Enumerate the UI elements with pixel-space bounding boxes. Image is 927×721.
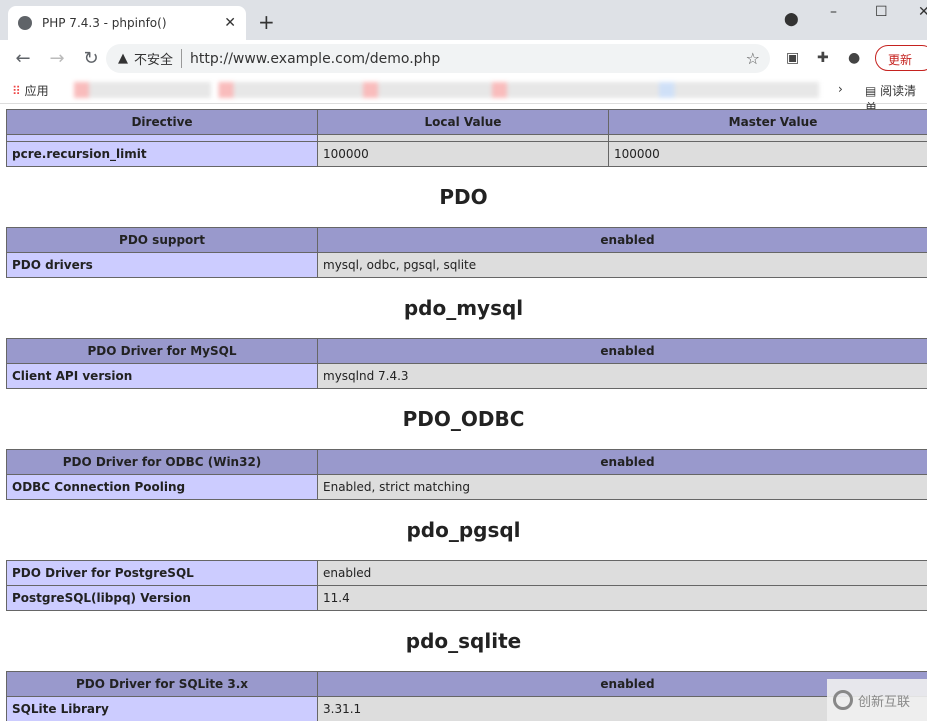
toolbar: ← → ↻ ▲ 不安全 http://www.example.com/demo.…: [0, 40, 927, 76]
section-title: pdo_pgsql: [406, 518, 521, 542]
watermark-logo-icon: [833, 690, 853, 710]
section-table: PDO Driver for MySQL enabled Client API ve…: [6, 338, 927, 389]
apps-grid-icon: ⠿: [12, 84, 21, 98]
table-row: PDO drivers mysql, odbc, pgsql, sqlite: [6, 252, 927, 278]
table-row: PDO Driver for MySQL enabled: [6, 338, 927, 364]
minimize-button[interactable]: –: [830, 4, 837, 20]
close-window-button[interactable]: ✕: [918, 4, 927, 20]
row-key: ODBC Connection Pooling: [6, 474, 318, 500]
row-key: PDO support: [6, 227, 318, 253]
row-key: Client API version: [6, 363, 318, 389]
header-master-value: Master Value: [608, 109, 927, 135]
url-input[interactable]: http://www.example.com/demo.php: [190, 51, 440, 67]
row-value: enabled: [317, 560, 927, 586]
row-value: 11.4: [317, 585, 927, 611]
master-value: 100000: [608, 141, 927, 167]
table-row: Client API version mysqlnd 7.4.3: [6, 363, 927, 389]
bookmarks-bar: ⠿ 应用 › ▤ 阅读清单: [0, 76, 927, 115]
blurred-bookmarks: [74, 82, 834, 98]
tab-bar: PHP 7.4.3 - phpinfo() ✕ + ⬤ – ☐ ✕: [0, 0, 927, 40]
header-local-value: Local Value: [317, 109, 609, 135]
row-key: PostgreSQL(libpq) Version: [6, 585, 318, 611]
apps-shortcut[interactable]: ⠿ 应用: [12, 82, 49, 99]
more-bookmarks-chevron-icon[interactable]: ›: [838, 82, 843, 96]
clipped-cell: [317, 134, 609, 142]
table-row: PDO Driver for SQLite 3.x enabled: [6, 671, 927, 697]
section-title: PDO: [439, 185, 488, 209]
puzzle-extensions-icon[interactable]: ✚: [817, 50, 829, 66]
row-key: PDO Driver for ODBC (Win32): [6, 449, 318, 475]
maximize-button[interactable]: ☐: [875, 4, 888, 20]
row-value: mysqlnd 7.4.3: [317, 363, 927, 389]
table-row: ODBC Connection Pooling Enabled, strict m…: [6, 474, 927, 500]
insecure-label: 不安全: [134, 49, 183, 68]
directive-table: Directive Local Value Master Value pcre.re…: [6, 109, 927, 167]
section-title: pdo_sqlite: [405, 629, 522, 653]
section-table: PDO support enabled PDO drivers mysql, odbc…: [6, 227, 927, 278]
row-value: mysql, odbc, pgsql, sqlite: [317, 252, 927, 278]
row-value: enabled: [317, 449, 927, 475]
clipped-cell: [608, 134, 927, 142]
row-key: PDO Driver for PostgreSQL: [6, 560, 318, 586]
profile-dropdown-icon[interactable]: ⬤: [784, 12, 799, 27]
section-title: pdo_mysql: [403, 296, 524, 320]
update-button[interactable]: 更新: [875, 45, 927, 71]
extension-x-icon[interactable]: ▣: [786, 50, 799, 66]
forward-icon[interactable]: →: [46, 48, 68, 69]
profile-avatar-icon[interactable]: ●: [848, 50, 860, 66]
warning-icon: ▲: [118, 51, 128, 66]
table-row: PostgreSQL(libpq) Version 11.4: [6, 585, 927, 611]
section-table: PDO Driver for PostgreSQL enabled PostgreS…: [6, 560, 927, 611]
phpinfo-content: Directive Local Value Master Value pcre.re…: [0, 104, 927, 721]
tab-title: PHP 7.4.3 - phpinfo(): [42, 16, 167, 30]
clipped-cell: [6, 134, 318, 142]
bookmark-star-icon[interactable]: ☆: [746, 49, 760, 68]
section-title: PDO_ODBC: [402, 407, 525, 431]
close-tab-icon[interactable]: ✕: [224, 15, 236, 31]
browser-tab[interactable]: PHP 7.4.3 - phpinfo() ✕: [8, 6, 246, 40]
row-value: enabled: [317, 338, 927, 364]
table-row: PDO Driver for ODBC (Win32) enabled: [6, 449, 927, 475]
row-key: PDO Driver for SQLite 3.x: [6, 671, 318, 697]
back-icon[interactable]: ←: [12, 48, 34, 69]
local-value: 100000: [317, 141, 609, 167]
watermark-text: 创新互联: [858, 694, 911, 710]
row-key: SQLite Library: [6, 696, 318, 721]
row-value: enabled: [317, 227, 927, 253]
section-table: PDO Driver for ODBC (Win32) enabled ODBC C…: [6, 449, 927, 500]
table-row: SQLite Library 3.31.1: [6, 696, 927, 721]
apps-label: 应用: [24, 84, 49, 98]
table-row: PDO Driver for PostgreSQL enabled: [6, 560, 927, 586]
row-value: Enabled, strict matching: [317, 474, 927, 500]
header-directive: Directive: [6, 109, 318, 135]
row-key: PDO Driver for MySQL: [6, 338, 318, 364]
table-row: PDO support enabled: [6, 227, 927, 253]
watermark: 创新互联: [827, 679, 927, 721]
row-key: PDO drivers: [6, 252, 318, 278]
reload-icon[interactable]: ↻: [80, 48, 102, 69]
new-tab-button[interactable]: +: [258, 10, 275, 34]
section-table: PDO Driver for SQLite 3.x enabled SQLite L…: [6, 671, 927, 721]
address-bar[interactable]: ▲ 不安全 http://www.example.com/demo.php ☆: [106, 44, 770, 73]
directive-name: pcre.recursion_limit: [6, 141, 318, 167]
globe-icon: [18, 16, 32, 30]
